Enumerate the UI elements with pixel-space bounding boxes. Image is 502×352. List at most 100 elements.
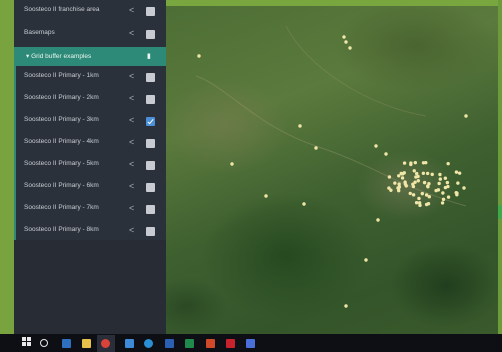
- settlement-marker[interactable]: [424, 193, 429, 197]
- settlement-marker[interactable]: [438, 172, 442, 177]
- chevron-left-icon[interactable]: <: [129, 71, 134, 81]
- layer-group-header[interactable]: ▾ Grid buffer examples ▮: [14, 47, 166, 66]
- layer-checkbox[interactable]: [146, 30, 155, 39]
- settlement-marker[interactable]: [408, 191, 412, 196]
- settlement-marker[interactable]: [417, 196, 421, 201]
- chevron-left-icon[interactable]: <: [129, 28, 134, 38]
- settlement-marker[interactable]: [374, 144, 378, 148]
- layer-row-primary-6km[interactable]: Soosteco II Primary - 6km <: [14, 178, 166, 198]
- settlement-marker[interactable]: [230, 162, 234, 166]
- settlement-marker[interactable]: [443, 185, 448, 190]
- settlement-marker[interactable]: [420, 191, 425, 196]
- settlement-marker[interactable]: [342, 35, 346, 39]
- search-icon[interactable]: [40, 339, 48, 347]
- layer-row-primary-5km[interactable]: Soosteco II Primary - 5km <: [14, 156, 166, 176]
- layer-row-primary-2km[interactable]: Soosteco II Primary - 2km <: [14, 90, 166, 110]
- satellite-map[interactable]: [166, 6, 498, 334]
- settlement-marker[interactable]: [437, 181, 441, 186]
- layer-checkbox-checked[interactable]: [146, 117, 155, 126]
- settlement-marker[interactable]: [440, 201, 445, 205]
- settlement-marker[interactable]: [418, 203, 422, 208]
- settlement-marker[interactable]: [387, 175, 392, 179]
- settlement-marker[interactable]: [454, 170, 459, 174]
- file-explorer-icon[interactable]: [82, 339, 91, 348]
- settlement-marker[interactable]: [409, 161, 413, 165]
- layer-row-primary-3km[interactable]: Soosteco II Primary - 3km <: [14, 112, 166, 132]
- settlement-marker[interactable]: [364, 258, 368, 262]
- windows-start-icon[interactable]: [22, 337, 33, 348]
- layer-checkbox[interactable]: [146, 95, 155, 104]
- settlement-marker[interactable]: [298, 124, 302, 128]
- settlement-marker[interactable]: [397, 182, 401, 186]
- chevron-left-icon[interactable]: <: [129, 137, 134, 147]
- chevron-left-icon[interactable]: <: [129, 115, 134, 125]
- settlement-marker[interactable]: [446, 161, 450, 166]
- settlement-marker[interactable]: [414, 201, 419, 205]
- settlement-marker[interactable]: [403, 182, 408, 186]
- settlement-marker[interactable]: [421, 161, 426, 165]
- chevron-left-icon[interactable]: <: [129, 203, 134, 213]
- settlement-marker[interactable]: [264, 194, 268, 198]
- settlement-marker[interactable]: [421, 171, 426, 175]
- settlement-marker[interactable]: [457, 171, 462, 175]
- settlement-marker[interactable]: [462, 186, 466, 190]
- settlement-marker[interactable]: [402, 161, 407, 165]
- layer-row-primary-1km[interactable]: Soosteco II Primary - 1km <: [14, 68, 166, 88]
- layer-checkbox[interactable]: [146, 205, 155, 214]
- layer-checkbox[interactable]: [146, 73, 155, 82]
- settlement-marker[interactable]: [445, 180, 450, 185]
- settlement-marker[interactable]: [344, 40, 348, 44]
- settlement-marker[interactable]: [441, 191, 445, 195]
- settlement-marker[interactable]: [438, 177, 443, 181]
- layer-checkbox[interactable]: [146, 183, 155, 192]
- settlement-marker[interactable]: [414, 175, 418, 179]
- app-icon[interactable]: [125, 339, 134, 348]
- settlement-marker[interactable]: [413, 160, 418, 165]
- settlement-marker[interactable]: [425, 171, 430, 176]
- settlement-marker[interactable]: [197, 54, 201, 58]
- layer-row-franchise-area[interactable]: Soosteco II franchise area <: [14, 2, 166, 22]
- settlement-marker[interactable]: [344, 304, 348, 308]
- settlement-marker[interactable]: [422, 180, 427, 185]
- excel-icon[interactable]: [185, 339, 194, 348]
- settlement-marker[interactable]: [302, 202, 306, 206]
- layer-checkbox[interactable]: [146, 139, 155, 148]
- edge-icon[interactable]: [144, 339, 153, 348]
- settlement-marker[interactable]: [384, 152, 388, 156]
- settlement-marker[interactable]: [434, 188, 438, 193]
- layer-checkbox[interactable]: [146, 7, 155, 16]
- settlement-marker[interactable]: [399, 171, 403, 176]
- lock-icon[interactable]: ▮: [147, 52, 151, 60]
- settlement-marker[interactable]: [387, 186, 391, 190]
- chevron-left-icon[interactable]: <: [129, 93, 134, 103]
- word-icon[interactable]: [165, 339, 174, 348]
- settlement-marker[interactable]: [397, 174, 401, 178]
- settlement-marker[interactable]: [348, 46, 352, 50]
- powerpoint-icon[interactable]: [206, 339, 215, 348]
- settlement-marker[interactable]: [455, 193, 459, 197]
- settlement-marker[interactable]: [412, 169, 416, 173]
- settlement-marker[interactable]: [426, 201, 431, 206]
- chevron-left-icon[interactable]: <: [129, 5, 134, 15]
- settlement-marker[interactable]: [427, 182, 431, 186]
- layer-row-basemaps[interactable]: Basemaps <: [14, 25, 166, 45]
- acrobat-icon[interactable]: [226, 339, 235, 348]
- settlement-marker[interactable]: [411, 193, 416, 197]
- layer-checkbox[interactable]: [146, 161, 155, 170]
- teams-icon[interactable]: [246, 339, 255, 348]
- settlement-marker[interactable]: [400, 176, 405, 180]
- settlement-marker[interactable]: [430, 172, 434, 177]
- settlement-marker[interactable]: [376, 218, 380, 222]
- chevron-left-icon[interactable]: <: [129, 159, 134, 169]
- settlement-marker[interactable]: [411, 184, 416, 189]
- chevron-left-icon[interactable]: <: [129, 181, 134, 191]
- settlement-marker[interactable]: [393, 181, 397, 185]
- settlement-marker[interactable]: [416, 179, 420, 183]
- chevron-left-icon[interactable]: <: [129, 225, 134, 235]
- settlement-marker[interactable]: [446, 195, 451, 199]
- settlement-marker[interactable]: [464, 114, 468, 118]
- taskview-icon[interactable]: [62, 339, 71, 348]
- settlement-marker[interactable]: [415, 171, 419, 176]
- layer-row-primary-4km[interactable]: Soosteco II Primary - 4km <: [14, 134, 166, 154]
- layer-row-primary-8km[interactable]: Soosteco II Primary - 8km <: [14, 222, 166, 242]
